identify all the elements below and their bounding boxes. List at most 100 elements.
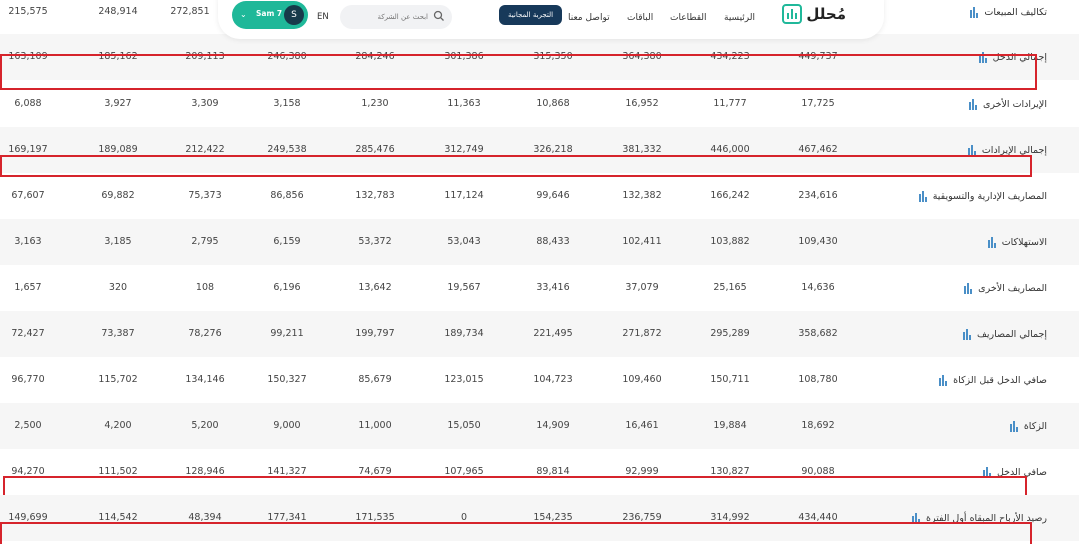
table-cell: 141,327 xyxy=(267,466,307,477)
row-label-text: المصاريف الأخرى xyxy=(978,282,1047,294)
bar-chart-icon[interactable] xyxy=(1008,420,1018,432)
table-cell: 249,538 xyxy=(267,144,307,155)
logo-text: مُحلل xyxy=(806,5,846,23)
row-label: الاستهلاكات xyxy=(986,219,1047,265)
user-menu[interactable]: ⌄ Sam 7 S xyxy=(232,1,308,29)
language-toggle[interactable]: EN xyxy=(317,12,329,22)
table-cell: 73,387 xyxy=(101,328,135,339)
search-box[interactable] xyxy=(340,5,452,29)
table-cell: 3,158 xyxy=(273,98,301,109)
table-cell: 320 xyxy=(108,282,128,293)
table-row: إجمالي الإيرادات 467,462 446,000 381,332 326… xyxy=(0,127,1079,173)
bar-chart-icon[interactable] xyxy=(966,144,976,156)
table-cell: 199,797 xyxy=(355,328,395,339)
table-cell: 90,088 xyxy=(801,466,835,477)
table-cell: 154,235 xyxy=(533,512,573,523)
table-cell: 171,535 xyxy=(355,512,395,523)
table-row: الزكاة 18,692 19,884 16,461 14,909 15,050 11,0… xyxy=(0,403,1079,449)
user-name: Sam 7 xyxy=(256,9,283,18)
table-cell: 149,699 xyxy=(8,512,48,523)
table-cell: 37,079 xyxy=(625,282,659,293)
table-cell: 19,567 xyxy=(447,282,481,293)
nav-sectors[interactable]: القطاعات xyxy=(670,13,707,23)
row-label: إجمالي المصاريف xyxy=(961,311,1047,357)
row-label-text: إجمالي الإيرادات xyxy=(981,144,1047,156)
row-label-text: صافي الدخل قبل الزكاة xyxy=(953,374,1047,386)
logo[interactable]: مُحلل xyxy=(782,4,846,24)
table-cell: 13,642 xyxy=(358,282,392,293)
table-cell: 301,386 xyxy=(444,51,484,62)
table-cell: 11,000 xyxy=(358,420,392,431)
table-cell: 315,350 xyxy=(533,51,573,62)
table-cell: 16,461 xyxy=(625,420,659,431)
table-cell: 236,759 xyxy=(622,512,662,523)
nav-free-trial-button[interactable]: التجربة المجانية xyxy=(499,5,563,25)
bar-chart-icon[interactable] xyxy=(961,328,972,340)
table-cell: 74,679 xyxy=(358,466,392,477)
bar-chart-icon[interactable] xyxy=(962,282,973,294)
table-cell: 434,440 xyxy=(798,512,838,523)
bar-chart-icon[interactable] xyxy=(937,374,948,386)
table-cell: 85,679 xyxy=(358,374,392,385)
table-cell: 19,884 xyxy=(713,420,747,431)
row-label: الإيرادات الأخرى xyxy=(967,81,1047,127)
table-cell: 109,430 xyxy=(798,236,838,247)
table-cell: 14,636 xyxy=(801,282,835,293)
table-cell: 18,692 xyxy=(801,420,835,431)
table-cell: 114,542 xyxy=(98,512,138,523)
table-cell: 53,043 xyxy=(447,236,481,247)
row-label-text: إجمالي الدخل xyxy=(992,51,1047,63)
table-cell: 3,163 xyxy=(14,236,42,247)
table-cell: 103,882 xyxy=(710,236,750,247)
row-label-text: المصاريف الإدارية والتسويقية xyxy=(932,190,1047,202)
table-cell: 295,289 xyxy=(710,328,750,339)
row-label: المصاريف الإدارية والتسويقية xyxy=(917,173,1047,219)
search-icon[interactable] xyxy=(433,10,445,22)
row-label: صافي الدخل xyxy=(981,449,1047,495)
table-cell: 209,113 xyxy=(185,51,225,62)
table-cell: 312,749 xyxy=(444,144,484,155)
search-input[interactable] xyxy=(348,5,428,29)
bar-chart-icon[interactable] xyxy=(910,512,920,524)
table-cell: 9,000 xyxy=(273,420,301,431)
table-row: المصاريف الإدارية والتسويقية 234,616 166,2… xyxy=(0,173,1079,219)
nav-home[interactable]: الرئيسية xyxy=(724,13,755,23)
row-label-text: إجمالي المصاريف xyxy=(977,328,1047,340)
table-cell: 86,856 xyxy=(270,190,304,201)
table-cell: 108,780 xyxy=(798,374,838,385)
table-cell: 326,218 xyxy=(533,144,573,155)
table-cell: 2,795 xyxy=(191,236,219,247)
nav-packages[interactable]: الباقات xyxy=(627,13,653,23)
table-cell: 0 xyxy=(460,512,468,523)
table-cell: 134,146 xyxy=(185,374,225,385)
bar-chart-icon[interactable] xyxy=(977,51,987,63)
table-row: رصيد الأرباح المبقاه أول الفترة 434,440 31… xyxy=(0,495,1079,541)
bar-chart-icon[interactable] xyxy=(917,190,927,202)
table-cell: 221,495 xyxy=(533,328,573,339)
table-cell: 17,725 xyxy=(801,98,835,109)
table-cell: 15,050 xyxy=(447,420,481,431)
table-cell: 94,270 xyxy=(11,466,45,477)
row-label-text: تكاليف المبيعات xyxy=(984,6,1047,18)
table-row: الإيرادات الأخرى 17,725 11,777 16,952 10,868… xyxy=(0,81,1079,127)
row-label-text: رصيد الأرباح المبقاه أول الفترة xyxy=(925,512,1047,524)
row-label: صافي الدخل قبل الزكاة xyxy=(937,357,1047,403)
bar-chart-icon[interactable] xyxy=(981,466,991,478)
table-row: إجمالي المصاريف 358,682 295,289 271,872 221,… xyxy=(0,311,1079,357)
bar-chart-icon[interactable] xyxy=(967,98,977,110)
table-cell: 6,159 xyxy=(273,236,301,247)
table-cell: 72,427 xyxy=(11,328,45,339)
table-cell: 108 xyxy=(195,282,215,293)
table-cell: 3,927 xyxy=(104,98,132,109)
table-cell: 11,777 xyxy=(713,98,747,109)
table-cell: 358,682 xyxy=(798,328,838,339)
table-cell: 130,827 xyxy=(710,466,750,477)
table-cell: 89,814 xyxy=(536,466,570,477)
row-label: إجمالي الإيرادات xyxy=(966,127,1047,173)
bar-chart-icon[interactable] xyxy=(968,6,979,18)
bar-chart-icon[interactable] xyxy=(986,236,996,248)
nav-contact[interactable]: تواصل معنا xyxy=(568,13,610,23)
table-cell: 2,500 xyxy=(14,420,42,431)
table-cell: 25,165 xyxy=(713,282,747,293)
table-cell: 284,246 xyxy=(355,51,395,62)
